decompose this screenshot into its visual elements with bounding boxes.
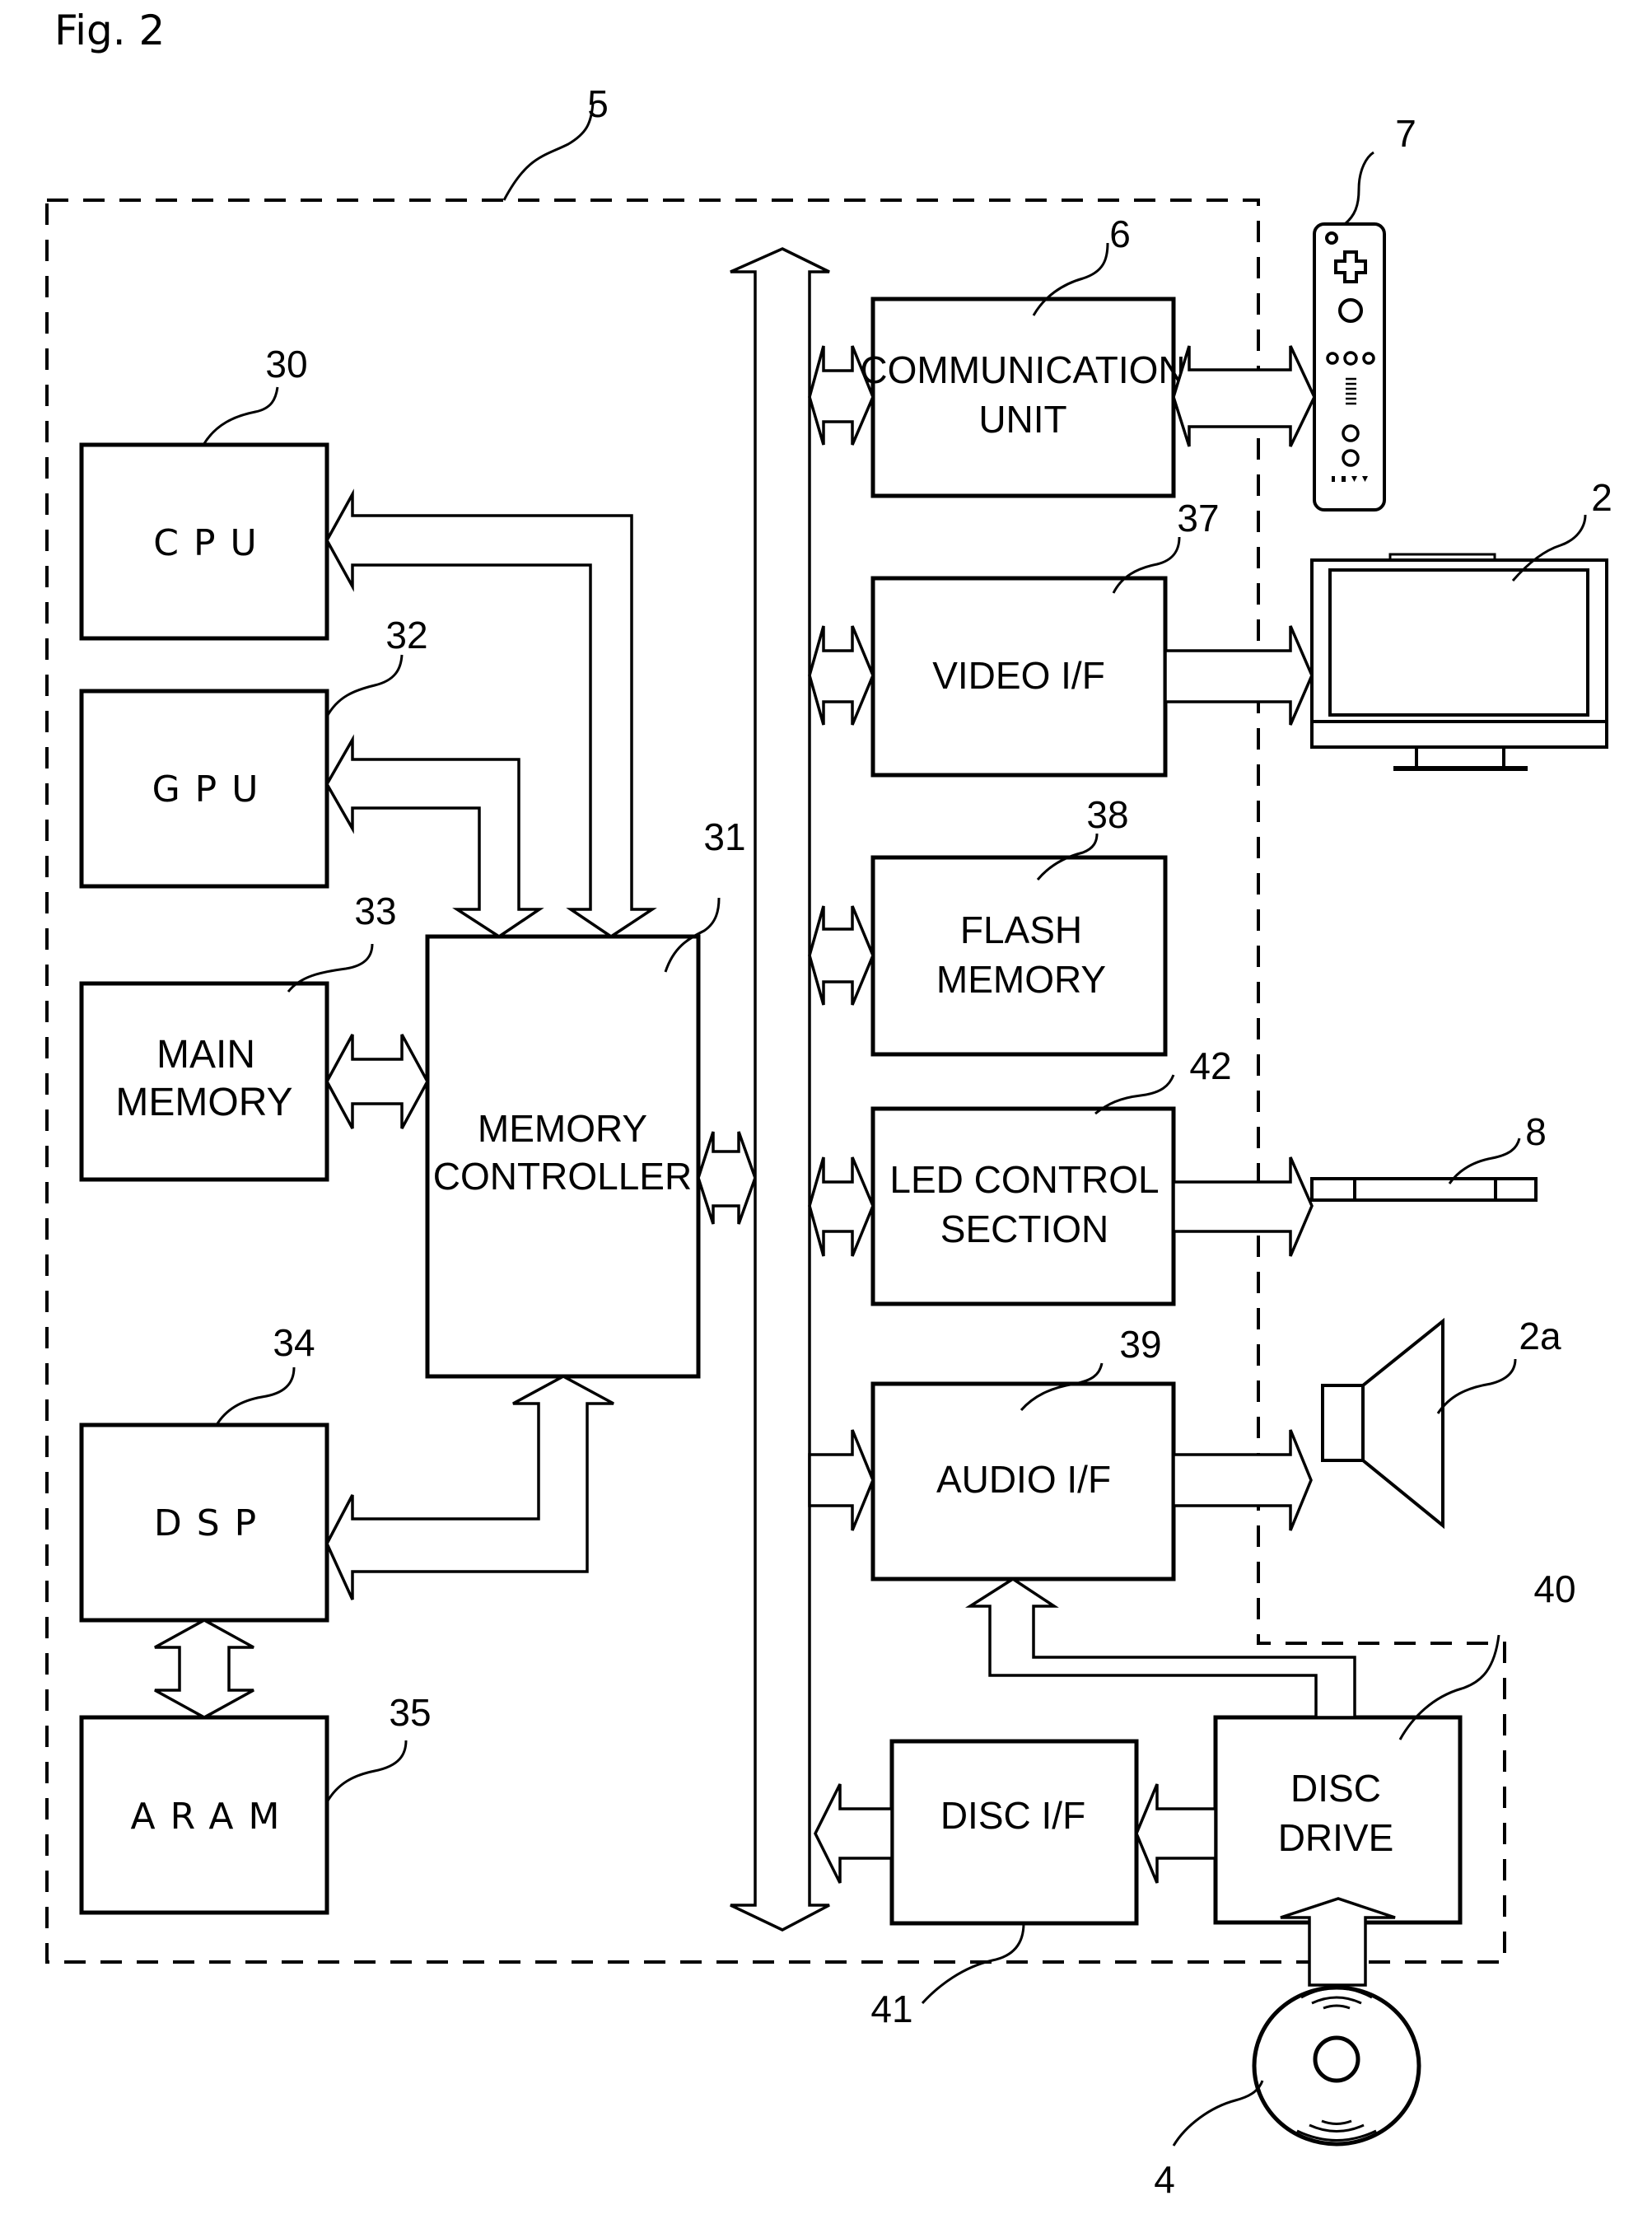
leader-32 xyxy=(325,654,404,717)
ref-optical-disc: 4 xyxy=(1154,2158,1175,2201)
block-communication-unit: COMMUNICATION UNIT xyxy=(860,297,1186,498)
leader-30 xyxy=(202,386,279,446)
speaker-device xyxy=(1321,1317,1444,1530)
arrow-bus-video xyxy=(808,625,875,726)
ref-gpu: 32 xyxy=(385,614,427,656)
ref-video-if: 37 xyxy=(1177,497,1219,540)
leader-4 xyxy=(1172,2080,1264,2147)
block-led-control: LED CONTROL SECTION xyxy=(870,1106,1176,1306)
arrow-mc-bus xyxy=(697,1131,757,1225)
block-diagram: Fig. 2 5 CPU 30 GPU 32 MAIN MEMORY 33 ME… xyxy=(45,7,1612,2201)
arrow-led-marker xyxy=(1172,1156,1314,1257)
ref-audio-if: 39 xyxy=(1119,1323,1161,1366)
leader-8 xyxy=(1448,1138,1521,1184)
television-device xyxy=(1310,553,1608,771)
arrow-audio-speaker xyxy=(1172,1429,1313,1531)
ref-television: 2 xyxy=(1591,476,1612,519)
ref-aram: 35 xyxy=(389,1691,431,1734)
led-control-label-2: SECTION xyxy=(940,1208,1108,1250)
communication-unit-label-2: UNIT xyxy=(978,398,1066,441)
leader-2a xyxy=(1436,1358,1517,1414)
arrow-dsp-aram xyxy=(154,1619,254,1719)
arrow-bus-flash xyxy=(808,905,875,1006)
ref-communication-unit: 6 xyxy=(1109,213,1131,255)
block-dsp: DSP xyxy=(79,1422,329,1623)
main-memory-label-1: MAIN xyxy=(156,1033,255,1077)
leader-35 xyxy=(325,1740,408,1803)
ref-marker: 8 xyxy=(1525,1110,1547,1153)
main-memory-label-2: MEMORY xyxy=(115,1081,292,1124)
arrow-disc-drive xyxy=(1280,1897,1396,1987)
dsp-label: DSP xyxy=(154,1502,271,1544)
ref-flash-memory: 38 xyxy=(1086,793,1128,836)
disc-drive-label-2: DRIVE xyxy=(1278,1816,1394,1859)
system-bus xyxy=(730,247,830,1932)
ref-system: 5 xyxy=(587,82,609,125)
ref-disc-if: 41 xyxy=(870,1988,912,2030)
block-memory-controller: MEMORY CONTROLLER xyxy=(425,934,701,1379)
aram-label: ARAM xyxy=(131,1796,295,1838)
ref-disc-drive: 40 xyxy=(1533,1567,1575,1610)
flash-memory-label-1: FLASH xyxy=(960,909,1082,951)
block-aram: ARAM xyxy=(79,1715,329,1915)
arrow-bus-audio xyxy=(808,1429,875,1531)
arrow-mc-dsp xyxy=(325,1375,614,1600)
ref-main-memory: 33 xyxy=(354,890,396,932)
ref-speaker: 2a xyxy=(1519,1315,1561,1357)
led-control-label-1: LED CONTROL xyxy=(889,1158,1159,1201)
arrow-bus-led xyxy=(808,1156,875,1257)
controller-device xyxy=(1313,222,1386,512)
communication-unit-label-1: COMMUNICATION xyxy=(860,348,1185,391)
arrow-main-memory-mc xyxy=(325,1034,429,1129)
block-audio-if: AUDIO I/F xyxy=(870,1381,1176,1581)
ref-cpu: 30 xyxy=(265,343,307,385)
block-main-memory: MAIN MEMORY xyxy=(79,981,329,1182)
ref-dsp: 34 xyxy=(273,1321,315,1364)
tv-screen xyxy=(1328,568,1589,717)
ref-memory-controller: 31 xyxy=(703,815,745,858)
block-gpu: GPU xyxy=(79,689,329,889)
optical-disc-device xyxy=(1252,1985,1421,2147)
leader-7 xyxy=(1344,151,1374,226)
arrow-discif-bus xyxy=(814,1783,894,1884)
block-disc-if: DISC I/F xyxy=(889,1739,1139,1926)
disc-drive-label-1: DISC xyxy=(1290,1767,1381,1810)
block-video-if: VIDEO I/F xyxy=(870,576,1168,778)
memory-controller-label-2: CONTROLLER xyxy=(433,1155,692,1198)
gpu-label: GPU xyxy=(152,768,273,811)
block-flash-memory: FLASH MEMORY xyxy=(870,855,1168,1057)
arrow-drive-discif xyxy=(1135,1783,1217,1884)
video-if-label: VIDEO I/F xyxy=(932,654,1105,697)
leader-5 xyxy=(502,102,595,201)
arrow-drive-audio xyxy=(964,1577,1356,1719)
disc-if-label: DISC I/F xyxy=(940,1794,1085,1837)
block-cpu: CPU xyxy=(79,442,329,641)
ref-led-control: 42 xyxy=(1189,1044,1231,1087)
arrow-comm-controller xyxy=(1172,345,1316,447)
leader-34 xyxy=(215,1366,296,1426)
figure-title: Fig. 2 xyxy=(54,7,165,54)
cpu-label: CPU xyxy=(153,522,271,564)
ref-controller: 7 xyxy=(1395,112,1416,155)
flash-memory-label-2: MEMORY xyxy=(936,958,1106,1001)
block-disc-drive: DISC DRIVE xyxy=(1213,1715,1463,1925)
audio-if-label: AUDIO I/F xyxy=(936,1458,1111,1501)
marker-device xyxy=(1310,1177,1538,1202)
arrow-video-tv xyxy=(1164,625,1314,726)
memory-controller-label-1: MEMORY xyxy=(478,1107,647,1150)
